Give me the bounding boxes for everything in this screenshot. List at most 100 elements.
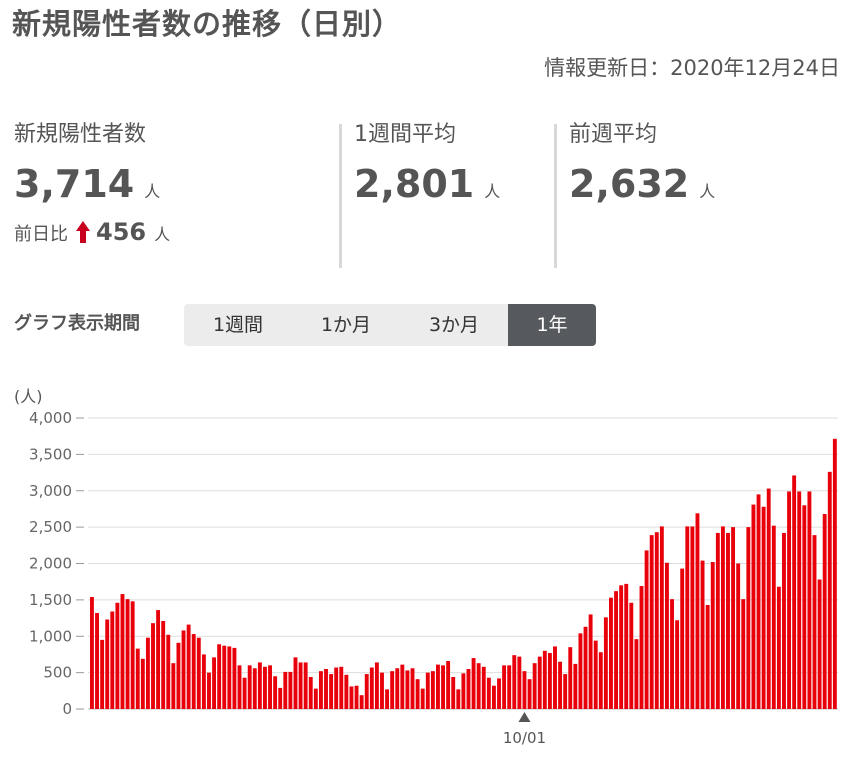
bar (425, 672, 430, 710)
bar (517, 656, 522, 709)
bar (105, 619, 110, 709)
bar (751, 504, 756, 709)
bar (542, 650, 547, 709)
bar (257, 662, 262, 709)
page-title: 新規陽性者数の推移（日別） (12, 7, 403, 41)
bar (634, 639, 639, 709)
bar (654, 532, 659, 709)
bar (339, 666, 344, 709)
bar (405, 670, 410, 709)
bar (817, 579, 822, 709)
bar (456, 689, 461, 709)
bar (151, 623, 155, 709)
bar (553, 646, 557, 709)
bar (782, 532, 786, 709)
bar (598, 652, 603, 709)
bar (756, 494, 761, 709)
tab-1-month[interactable]: 1か月 (292, 304, 400, 346)
bar (410, 668, 415, 709)
bar (329, 674, 334, 709)
stat-weekly-average: 1週間平均 2,801 人 (354, 118, 500, 206)
bar (822, 514, 827, 709)
bar (344, 674, 349, 709)
bar (466, 668, 471, 709)
bar (700, 560, 705, 709)
y-axis-unit-label: (人) (14, 387, 43, 406)
bar (120, 594, 125, 709)
bar (532, 663, 537, 709)
bar (283, 671, 288, 709)
bar (191, 634, 196, 709)
bar (207, 672, 211, 710)
bar (720, 526, 725, 709)
bar (247, 665, 252, 709)
y-tick-label: 2,000 (29, 555, 72, 573)
bar (588, 614, 593, 709)
bar (639, 586, 644, 709)
bar (95, 612, 99, 709)
bar (217, 644, 222, 709)
y-tick-label: 1,000 (29, 627, 72, 645)
bar (593, 640, 598, 709)
bar (731, 527, 736, 710)
bar (263, 666, 267, 709)
period-tabs: 1週間 1か月 3か月 1年 (184, 304, 596, 346)
y-tick-label: 2,500 (29, 518, 72, 536)
bar (807, 491, 812, 709)
bar (349, 686, 354, 709)
bar (436, 664, 440, 709)
bar (690, 526, 695, 709)
bar (420, 688, 425, 709)
bar (369, 667, 374, 709)
bar (486, 677, 491, 709)
bar (181, 630, 186, 709)
tab-1-year[interactable]: 1年 (508, 304, 596, 346)
bar (130, 601, 135, 709)
bar (675, 620, 680, 709)
bar (685, 526, 690, 709)
stat-prev-week-average-label: 前週平均 (569, 122, 658, 147)
bar (609, 597, 613, 709)
bar (603, 617, 608, 709)
tab-1-week[interactable]: 1週間 (184, 304, 292, 346)
bar (680, 568, 685, 709)
bar (832, 438, 837, 709)
bar (563, 674, 568, 709)
y-tick-label: 1,500 (29, 591, 72, 609)
tab-3-months[interactable]: 3か月 (400, 304, 508, 346)
bar (115, 602, 120, 709)
stat-new-cases-value: 3,714 (14, 162, 135, 206)
bar (502, 665, 507, 709)
bar (318, 671, 323, 709)
bar (547, 652, 552, 709)
bar (232, 647, 237, 709)
stat-prev-week-average: 前週平均 2,632 人 (569, 118, 715, 206)
bar (161, 620, 166, 709)
bar (578, 633, 583, 709)
day-over-day-label: 前日比 (14, 224, 68, 245)
x-tick-marker (518, 712, 531, 722)
stat-weekly-average-value: 2,801 (354, 162, 475, 206)
bar (664, 562, 669, 709)
bar (110, 611, 115, 709)
bar (135, 648, 140, 709)
bar (273, 676, 278, 709)
update-date: 情報更新日：2020年12月24日 (544, 56, 840, 80)
bar (288, 671, 293, 709)
bar (558, 661, 563, 709)
bar (741, 599, 746, 709)
bar (726, 532, 730, 709)
bar (715, 532, 720, 709)
bar (522, 671, 527, 709)
bar (644, 550, 649, 709)
bar (334, 667, 339, 709)
bar (186, 624, 191, 709)
stat-prev-week-average-unit: 人 (699, 182, 716, 201)
bar (614, 591, 618, 709)
bar (792, 475, 797, 709)
y-tick-label: 3,000 (29, 482, 72, 500)
bar (649, 535, 654, 709)
bar (776, 586, 781, 709)
bar (512, 655, 517, 709)
stat-weekly-average-label: 1週間平均 (354, 122, 456, 147)
